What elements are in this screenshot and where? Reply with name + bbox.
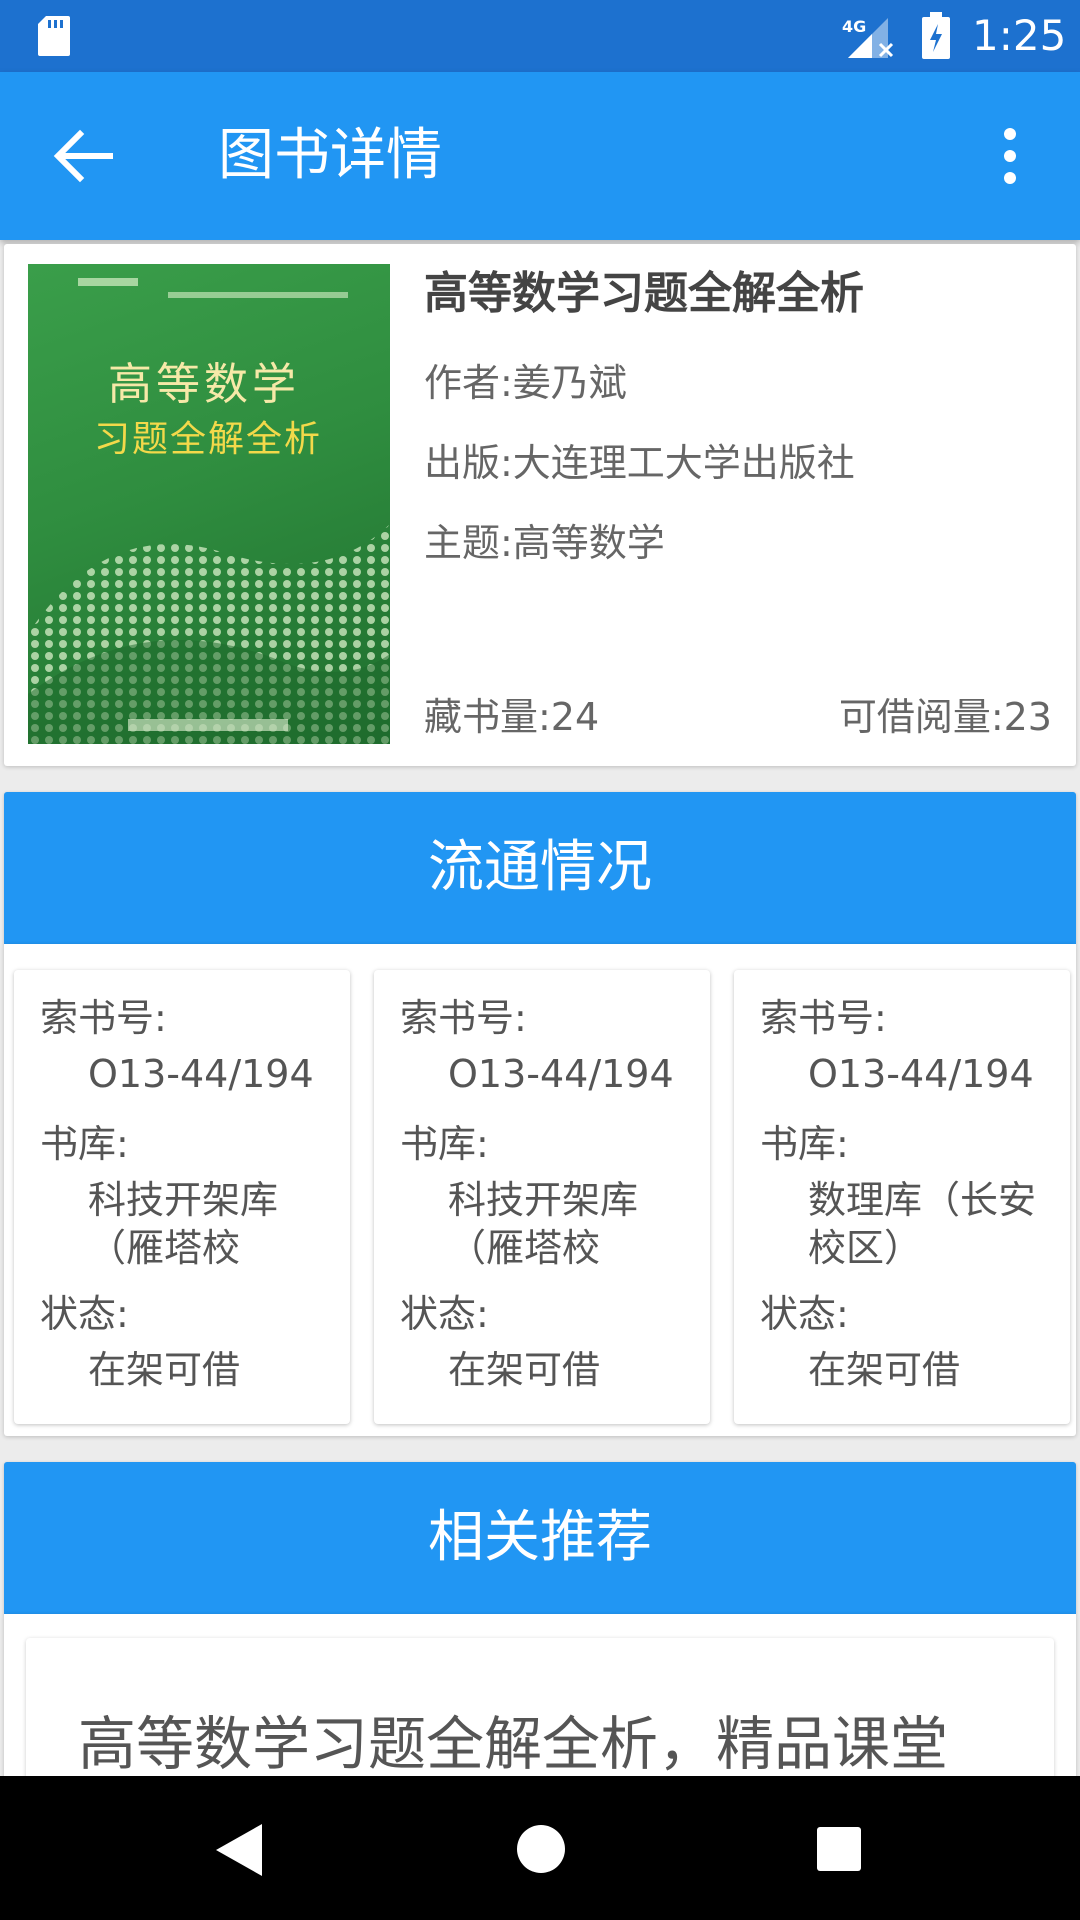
call-number-label: 索书号: [40, 996, 167, 1040]
book-info-card: 高等数学 习题全解全析 [4, 244, 1076, 766]
status-value: 在架可借 [808, 1348, 961, 1392]
recommendations-header: 相关推荐 [4, 1462, 1076, 1614]
book-author: 作者:姜乃斌 [424, 361, 627, 405]
book-available: 可借阅量:23 [838, 695, 1052, 739]
cover-wave-pattern [28, 524, 390, 744]
arrow-back-icon[interactable] [50, 127, 114, 185]
copy-card[interactable]: 索书号: O13-44/194 书库: 科技开架库（雁塔校 状态: 在架可借 [374, 970, 710, 1424]
status-label: 状态: [760, 1292, 849, 1336]
call-number-label: 索书号: [760, 996, 887, 1040]
library-value: 科技开架库（雁塔校 [448, 1178, 639, 1270]
book-publisher: 出版:大连理工大学出版社 [424, 441, 855, 485]
status-value: 在架可借 [88, 1348, 241, 1392]
sd-card-icon [38, 16, 70, 56]
call-number-value: O13-44/194 [448, 1052, 674, 1096]
page-title: 图书详情 [218, 123, 442, 188]
cover-series-text [78, 278, 348, 298]
library-value: 数理库（长安校区） [808, 1178, 1037, 1270]
status-bar: 4G 1:25 [0, 0, 1080, 72]
status-time: 1:25 [972, 11, 1067, 60]
nav-back-icon[interactable] [212, 1822, 266, 1878]
status-label: 状态: [400, 1292, 489, 1336]
call-number-label: 索书号: [400, 996, 527, 1040]
copy-card[interactable]: 索书号: O13-44/194 书库: 科技开架库（雁塔校 状态: 在架可借 [14, 970, 350, 1424]
book-holdings: 藏书量:24 [424, 695, 600, 739]
call-number-value: O13-44/194 [808, 1052, 1034, 1096]
recommendation-title: 高等数学习题全解全析，精品课堂 [78, 1710, 949, 1778]
book-title: 高等数学习题全解全析 [424, 268, 864, 319]
book-topic: 主题:高等数学 [424, 521, 665, 565]
circulation-list: 索书号: O13-44/194 书库: 科技开架库（雁塔校 状态: 在架可借 索… [4, 944, 1076, 1436]
nav-recent-icon[interactable] [816, 1826, 862, 1872]
library-value: 科技开架库（雁塔校 [88, 1178, 279, 1270]
cover-title-line1: 高等数学 [108, 359, 300, 410]
status-value: 在架可借 [448, 1348, 601, 1392]
library-label: 书库: [400, 1122, 489, 1166]
copy-card[interactable]: 索书号: O13-44/194 书库: 数理库（长安校区） 状态: 在架可借 [734, 970, 1070, 1424]
book-cover-image: 高等数学 习题全解全析 [28, 264, 390, 744]
signal-4g-icon: 4G [842, 17, 894, 58]
call-number-value: O13-44/194 [88, 1052, 314, 1096]
library-label: 书库: [40, 1122, 129, 1166]
status-label: 状态: [40, 1292, 129, 1336]
circulation-header: 流通情况 [4, 792, 1076, 944]
battery-charging-icon [922, 12, 950, 59]
nav-home-icon[interactable] [516, 1824, 566, 1874]
library-label: 书库: [760, 1122, 849, 1166]
network-type-label: 4G [842, 17, 866, 36]
more-vert-icon[interactable] [990, 126, 1030, 186]
cover-title-line2: 习题全解全析 [94, 419, 323, 460]
navigation-bar [0, 1776, 1080, 1920]
app-bar: 图书详情 [0, 72, 1080, 240]
